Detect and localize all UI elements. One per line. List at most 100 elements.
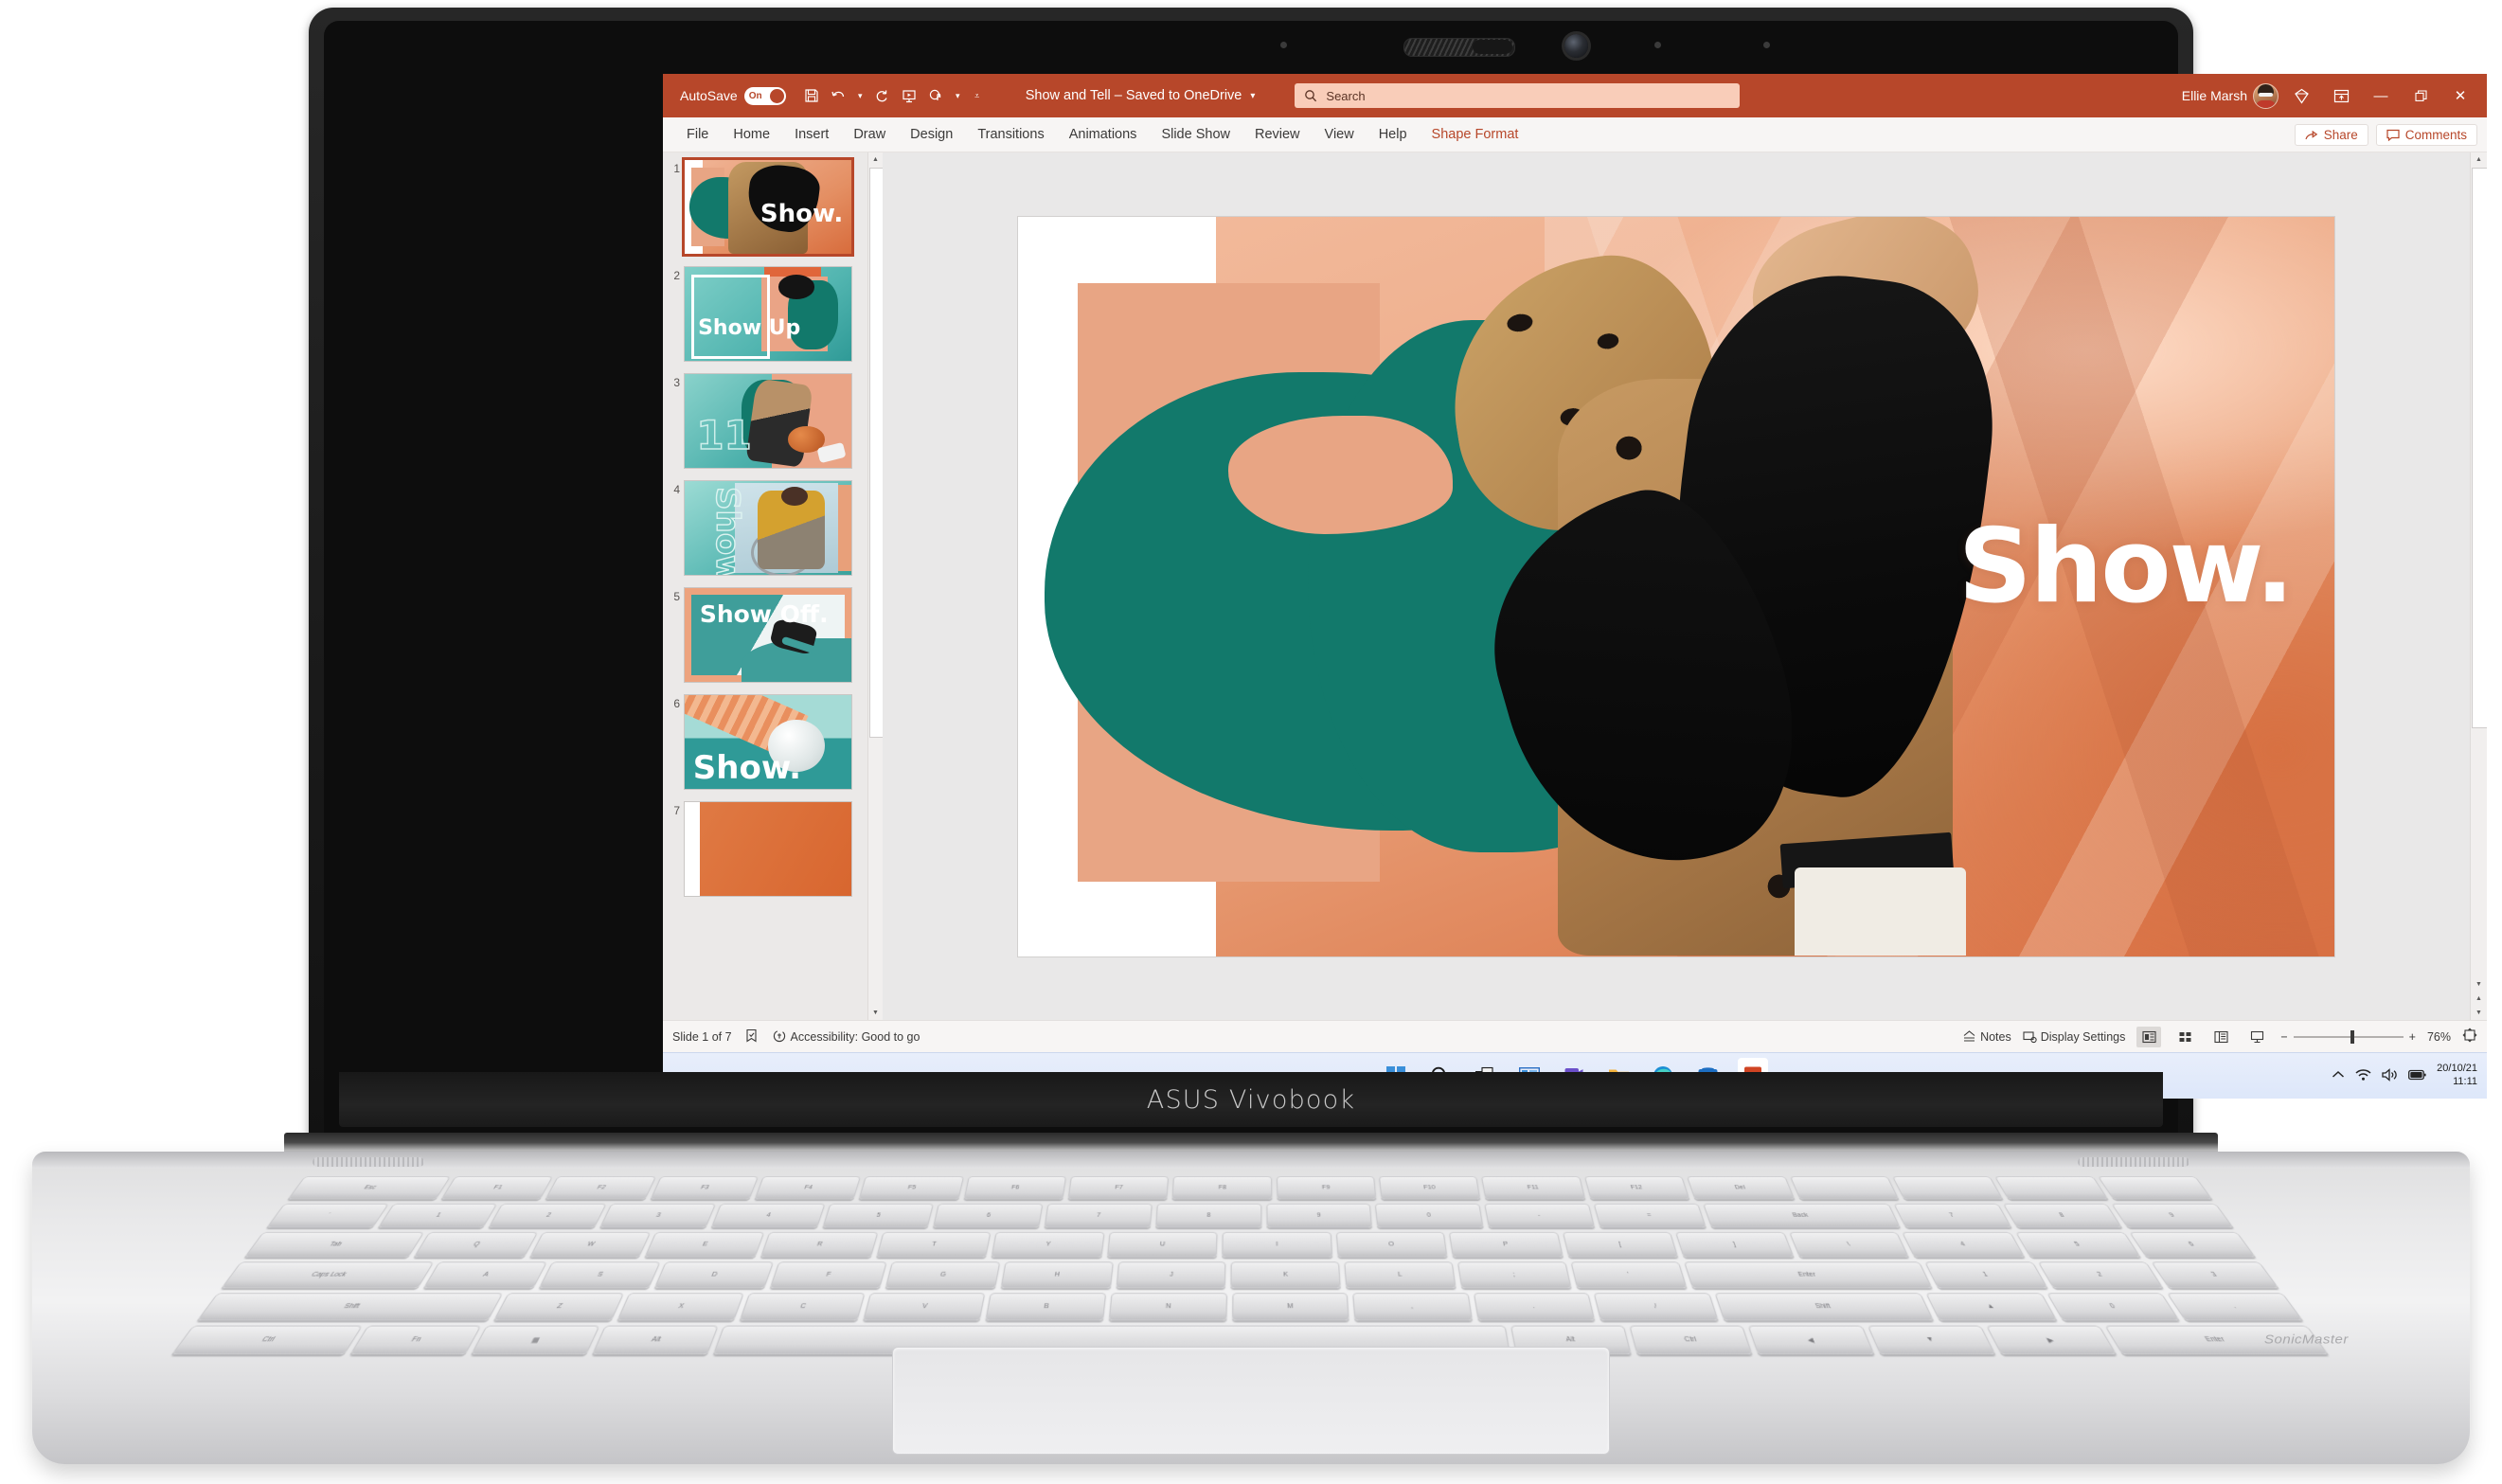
key-bracketleft[interactable]: [: [1562, 1231, 1679, 1258]
key-arrow-up[interactable]: ▲: [1925, 1293, 2058, 1321]
key-backspace[interactable]: Back: [1702, 1203, 1901, 1228]
key-num7[interactable]: 7: [1893, 1203, 2012, 1228]
key-num1[interactable]: 1: [1924, 1261, 2048, 1289]
slide-headline[interactable]: Show.: [1958, 515, 2295, 618]
webcam-privacy-shutter[interactable]: [1403, 38, 1515, 57]
key-z[interactable]: Z: [493, 1293, 624, 1321]
key-windows[interactable]: ▦: [471, 1325, 600, 1355]
key-equals[interactable]: =: [1593, 1203, 1707, 1228]
tab-slide-show[interactable]: Slide Show: [1149, 117, 1242, 152]
key-8[interactable]: 8: [1154, 1203, 1262, 1228]
key-arrow-right[interactable]: ▶: [1985, 1325, 2117, 1355]
clock[interactable]: 20/10/21 11:11: [2437, 1063, 2477, 1089]
key-g[interactable]: G: [885, 1261, 1000, 1289]
comments-button[interactable]: Comments: [2375, 123, 2477, 146]
key-e[interactable]: E: [644, 1231, 765, 1258]
key-l[interactable]: L: [1344, 1261, 1457, 1289]
slide-thumbnail-image[interactable]: Show.: [685, 160, 851, 254]
zoom-in-button[interactable]: +: [2409, 1030, 2416, 1044]
key-f6[interactable]: F6: [963, 1176, 1067, 1200]
slide-show-view-button[interactable]: [2244, 1027, 2269, 1047]
key-p[interactable]: P: [1449, 1231, 1564, 1258]
key-num3[interactable]: 3: [2151, 1261, 2279, 1289]
key-backslash[interactable]: \: [1788, 1231, 1910, 1258]
key-ctrl-right[interactable]: Ctrl: [1629, 1325, 1754, 1355]
key-d[interactable]: D: [653, 1261, 774, 1289]
key-4[interactable]: 4: [710, 1203, 826, 1228]
key-6[interactable]: 6: [933, 1203, 1044, 1228]
zoom-knob[interactable]: [2350, 1029, 2354, 1044]
key-numperiod[interactable]: .: [2167, 1293, 2303, 1321]
tab-view[interactable]: View: [1313, 117, 1367, 152]
key-f1[interactable]: F1: [440, 1176, 554, 1200]
slide-thumbnail-image[interactable]: Show.: [685, 695, 851, 789]
keyboard[interactable]: Esc F1 F2 F3 F4 F5 F6 F7 F8 F9 F10 F11 F…: [171, 1176, 2329, 1355]
key-arrow-down[interactable]: ▼: [1867, 1325, 1995, 1355]
scroll-down-arrow-icon[interactable]: ▼: [868, 1006, 883, 1020]
key-u[interactable]: U: [1106, 1231, 1218, 1258]
key-num5[interactable]: 5: [2015, 1231, 2141, 1258]
key-f3[interactable]: F3: [650, 1176, 760, 1200]
slide-panel-scrollbar[interactable]: ▲ ▼: [867, 152, 883, 1020]
key-slash[interactable]: /: [1594, 1293, 1719, 1321]
notes-button[interactable]: Notes: [1962, 1030, 2011, 1044]
redo-icon[interactable]: [869, 83, 894, 108]
key-f[interactable]: F: [769, 1261, 887, 1289]
key-1[interactable]: 1: [377, 1203, 498, 1228]
key-s[interactable]: S: [538, 1261, 661, 1289]
key-q[interactable]: Q: [414, 1231, 539, 1258]
avatar[interactable]: [2253, 82, 2279, 109]
key-f11[interactable]: F11: [1481, 1176, 1586, 1200]
slide-thumbnail-1[interactable]: 1 Show.: [663, 160, 867, 254]
key-w[interactable]: W: [528, 1231, 652, 1258]
slide-edit-area[interactable]: Show.: [883, 152, 2470, 1020]
slide-thumbnail-5[interactable]: 5 Show Off.: [663, 588, 867, 682]
key-f10[interactable]: F10: [1379, 1176, 1481, 1200]
previous-slide-button[interactable]: ▲: [2471, 992, 2487, 1006]
tab-help[interactable]: Help: [1367, 117, 1420, 152]
key-f12[interactable]: F12: [1583, 1176, 1690, 1200]
key-v[interactable]: V: [862, 1293, 986, 1321]
reading-view-button[interactable]: [2208, 1027, 2233, 1047]
minimize-button[interactable]: —: [2364, 81, 2398, 110]
tab-shape-format[interactable]: Shape Format: [1420, 117, 1531, 152]
key-num6[interactable]: 6: [2128, 1231, 2257, 1258]
key-f8[interactable]: F8: [1171, 1176, 1273, 1200]
key-num9[interactable]: 9: [2111, 1203, 2234, 1228]
undo-dropdown-chevron-down-icon[interactable]: ▾: [854, 83, 867, 108]
tab-home[interactable]: Home: [721, 117, 782, 152]
slide-sorter-view-button[interactable]: [2172, 1027, 2197, 1047]
scrollbar-thumb[interactable]: [2472, 168, 2487, 728]
slide-counter[interactable]: Slide 1 of 7: [672, 1030, 732, 1044]
key-f9[interactable]: F9: [1276, 1176, 1377, 1200]
key-num0[interactable]: 0: [2046, 1293, 2181, 1321]
slide-thumbnail-image[interactable]: Show: [685, 481, 851, 575]
key-f5[interactable]: F5: [858, 1176, 964, 1200]
key-apostrophe[interactable]: ': [1570, 1261, 1688, 1289]
tab-draw[interactable]: Draw: [841, 117, 898, 152]
touchpad[interactable]: [892, 1347, 1610, 1455]
save-icon[interactable]: [799, 83, 824, 108]
key-f7[interactable]: F7: [1067, 1176, 1170, 1200]
customize-quick-access-toolbar-icon[interactable]: ⩡: [967, 83, 988, 108]
key-j[interactable]: J: [1115, 1261, 1226, 1289]
slide-thumbnail-image[interactable]: 11: [685, 374, 851, 468]
slide-thumbnail-image[interactable]: Show Off.: [685, 588, 851, 682]
key-7[interactable]: 7: [1044, 1203, 1153, 1228]
display-settings-button[interactable]: Display Settings: [2023, 1030, 2125, 1044]
key-9[interactable]: 9: [1265, 1203, 1373, 1228]
key-comma[interactable]: ,: [1352, 1293, 1473, 1321]
current-slide-canvas[interactable]: Show.: [1018, 216, 2334, 957]
key-enter[interactable]: Enter: [1684, 1261, 1933, 1289]
key-shift-left[interactable]: Shift: [196, 1293, 504, 1321]
key-nummultiply[interactable]: [2097, 1176, 2213, 1200]
key-3[interactable]: 3: [599, 1203, 717, 1228]
slide-thumbnail-image[interactable]: [685, 802, 851, 896]
key-h[interactable]: H: [1000, 1261, 1114, 1289]
tab-transitions[interactable]: Transitions: [965, 117, 1056, 152]
accessibility-status[interactable]: Accessibility: Good to go: [773, 1029, 920, 1044]
key-f4[interactable]: F4: [754, 1176, 862, 1200]
scrollbar-thumb[interactable]: [869, 168, 883, 738]
key-i[interactable]: I: [1222, 1231, 1332, 1258]
key-numlock[interactable]: [1891, 1176, 2004, 1200]
